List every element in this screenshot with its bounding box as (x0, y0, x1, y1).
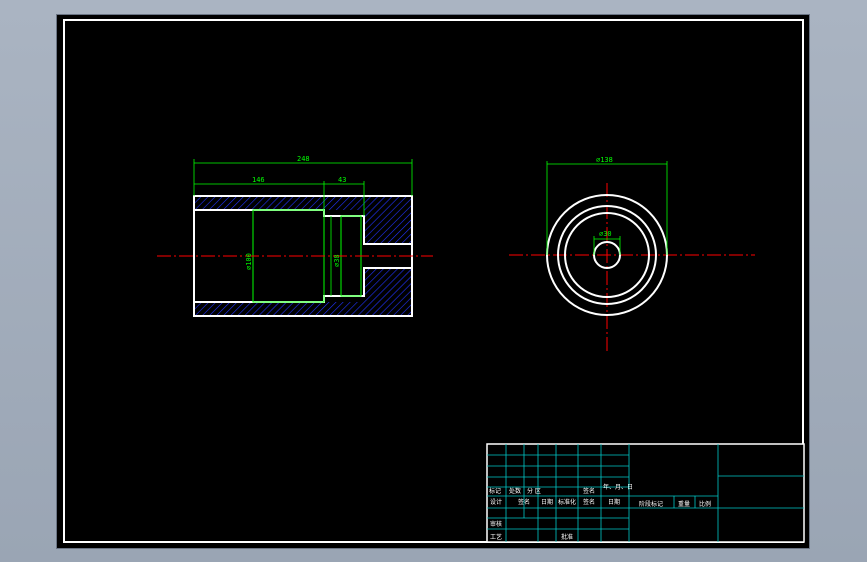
dim-total-length: 248 (297, 155, 310, 163)
tb-date: 日期 (541, 498, 553, 506)
tb-sign: 签名 (583, 487, 595, 495)
drawing-canvas[interactable]: 248 146 43 ⌀100 ⌀38 ⌀138 ⌀30 标记 处数 分 区 签… (57, 15, 809, 548)
tb-design: 设计 (490, 498, 502, 506)
tb-weight: 重量 (678, 500, 690, 508)
cad-viewport[interactable]: 248 146 43 ⌀100 ⌀38 ⌀138 ⌀30 标记 处数 分 区 签… (56, 14, 810, 549)
tb-signature: 签名 (518, 498, 530, 506)
dim-outer-diameter: ⌀138 (596, 156, 613, 164)
hatch-right-upper (364, 210, 412, 244)
dim-step-length: 43 (338, 176, 346, 184)
dim-inner-diameter: ⌀30 (599, 230, 612, 238)
tb-approve: 批准 (561, 533, 573, 541)
tb-date2: 日期 (608, 498, 620, 506)
dim-bore-diameter: ⌀100 (245, 253, 253, 270)
tb-stage-mark: 阶段标记 (639, 500, 663, 508)
dim-bore-depth: 146 (252, 176, 265, 184)
tb-mark: 标记 (489, 487, 501, 495)
tb-zone: 分 区 (527, 487, 541, 495)
section-view[interactable]: 248 146 43 ⌀100 ⌀38 (157, 155, 433, 317)
tb-count: 处数 (509, 487, 521, 495)
end-view[interactable]: ⌀138 ⌀30 (509, 156, 755, 353)
hatch-bottom (194, 302, 412, 316)
dim-step-diameter: ⌀38 (333, 254, 341, 267)
tb-process: 工艺 (490, 533, 502, 541)
tb-signature2: 签名 (583, 498, 595, 506)
hatch-top (194, 196, 412, 210)
tb-standardization: 标准化 (558, 498, 576, 506)
hatch-right-lower (364, 268, 412, 302)
title-block[interactable]: 标记 处数 分 区 签名 年、月、日 设计 签名 日期 标准化 签名 日期 阶段… (486, 443, 805, 543)
tb-review: 审核 (490, 520, 502, 528)
tb-scale: 比例 (699, 500, 711, 508)
tb-date-ymd: 年、月、日 (603, 483, 633, 491)
